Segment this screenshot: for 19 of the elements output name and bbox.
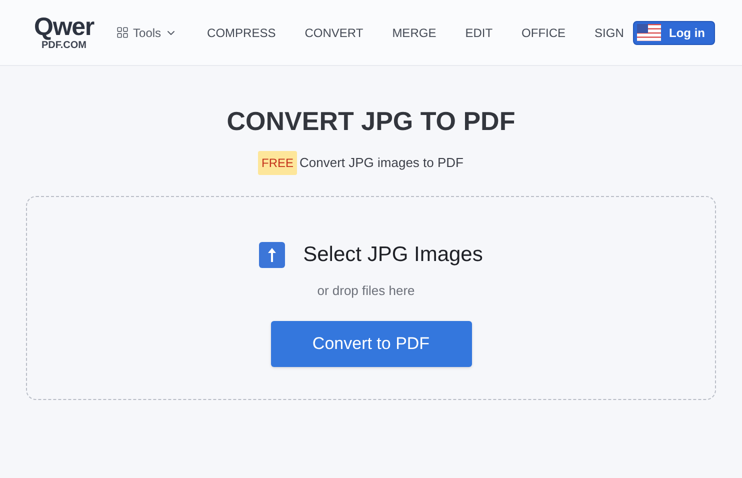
nav-link[interactable]: CONVERT xyxy=(304,24,364,42)
nav-link[interactable]: COMPRESS xyxy=(207,24,276,42)
page-title: CONVERT JPG TO PDF xyxy=(226,105,516,138)
drop-zone[interactable]: Select JPG Images or drop files here Convert to PDF xyxy=(26,196,716,400)
logo[interactable]: Qwer PDF.COM xyxy=(34,14,94,50)
drop-hint: or drop files here xyxy=(317,282,415,300)
subtitle: Convert JPG images to PDF xyxy=(300,154,464,172)
nav-link[interactable]: EDIT xyxy=(465,24,493,42)
login-button[interactable]: Log in xyxy=(633,20,715,44)
upload-heading: Select JPG Images xyxy=(303,242,483,268)
upload-icon xyxy=(259,242,286,268)
nav-link[interactable]: MERGE xyxy=(392,24,436,42)
flag-icon xyxy=(637,24,661,41)
nav-link[interactable]: OFFICE xyxy=(522,24,566,42)
convert-button[interactable]: Convert to PDF xyxy=(270,321,472,367)
free-badge: FREE xyxy=(258,151,296,175)
tools-menu[interactable]: Tools xyxy=(116,24,178,42)
nav-link[interactable]: SIGN xyxy=(594,24,624,42)
grid-icon xyxy=(116,26,130,39)
